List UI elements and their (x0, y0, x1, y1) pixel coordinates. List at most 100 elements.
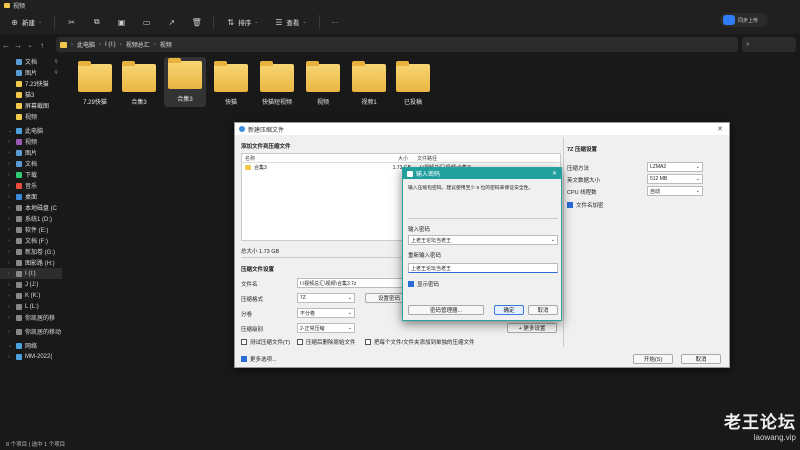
sidebar-item[interactable]: › 视频 (0, 136, 62, 147)
sidebar-item[interactable]: 屏幕截图 (0, 100, 62, 111)
more-options-toggle[interactable]: 更多选项... (241, 355, 277, 363)
password-input[interactable]: 上老王论坛当老王 ⌄ (408, 235, 558, 245)
sidebar-item[interactable]: 图片 ⚲ (0, 67, 62, 78)
checkbox[interactable] (567, 202, 573, 208)
paste-button[interactable]: ▣ (113, 16, 130, 29)
sidebar-item[interactable]: › 文档 (F:) (0, 235, 62, 246)
chevron-right-icon[interactable]: › (8, 139, 13, 145)
separate-archives-option[interactable]: 把每个文件/文件夹添加到单独的压缩文件 (365, 338, 475, 346)
breadcrumb-drive[interactable]: I (I:) (105, 42, 116, 48)
chevron-right-icon[interactable]: › (8, 161, 13, 167)
sidebar-item[interactable]: › 图影路 (H:) (0, 257, 62, 268)
chevron-right-icon[interactable]: › (8, 249, 13, 255)
chevron-right-icon[interactable]: › (8, 304, 13, 310)
show-password-option[interactable]: 显示密码 (408, 280, 439, 288)
sidebar-item[interactable]: 7.23快猫 (0, 78, 62, 89)
checkbox[interactable] (241, 356, 247, 362)
chevron-right-icon[interactable]: › (8, 205, 13, 211)
close-icon[interactable]: ✕ (717, 125, 723, 133)
checkbox[interactable] (241, 339, 247, 345)
more-settings-button[interactable]: + 更多设置 (507, 323, 557, 333)
delete-button[interactable]: 🗑 (188, 16, 205, 29)
sidebar-item[interactable]: › J (J:) (0, 279, 62, 290)
sidebar-item[interactable]: › 文档 (0, 158, 62, 169)
sidebar-item[interactable]: 文档 ⚲ (0, 56, 62, 67)
sidebar-item[interactable]: ⌄ 网络 (0, 340, 62, 351)
chevron-right-icon[interactable]: › (8, 271, 13, 277)
test-archive-option[interactable]: 测试压缩文件(T) (241, 338, 290, 346)
chevron-right-icon[interactable]: › (8, 150, 13, 156)
close-icon[interactable]: ✕ (552, 170, 557, 177)
rename-button[interactable]: ▭ (138, 16, 155, 29)
recent-chevron-icon[interactable]: ⌄ (24, 42, 36, 49)
sidebar-item[interactable]: › 音乐 (0, 180, 62, 191)
sidebar-item[interactable]: › 下载 (0, 169, 62, 180)
breadcrumb-this-pc[interactable]: 此电脑 (77, 40, 95, 49)
sidebar-item[interactable]: › 桌面 (0, 191, 62, 202)
checkbox[interactable] (297, 339, 303, 345)
folder-item[interactable]: 合集3 (164, 57, 206, 107)
sidebar-item[interactable]: › 图片 (0, 147, 62, 158)
password-manager-button[interactable]: 密码管理器... (408, 305, 484, 315)
baidu-sync-button[interactable]: 同步上传 (720, 13, 768, 27)
chevron-down-icon[interactable]: ⌄ (8, 128, 13, 134)
encrypt-filenames-option[interactable]: 文件名加密 (567, 201, 604, 209)
sidebar-item[interactable]: › 你凯居的移动 (0, 326, 62, 337)
cancel-button[interactable]: 取消 (528, 305, 558, 315)
copy-button[interactable]: ⧉ (88, 16, 105, 29)
sidebar-item[interactable]: › 软件 (E:) (0, 224, 62, 235)
dictionary-select[interactable]: 512 MB ⌄ (647, 174, 703, 184)
address-bar[interactable]: › 此电脑 › I (I:) › 视频总汇 › 视频 (56, 37, 738, 52)
forward-arrow-icon[interactable]: → (12, 41, 24, 50)
search-input[interactable]: ⌕ (742, 37, 796, 52)
sort-button[interactable]: ⇅ 排序 ⌄ (222, 15, 262, 29)
ok-button[interactable]: 确定 (494, 305, 524, 315)
chevron-right-icon[interactable]: › (8, 260, 13, 266)
new-button[interactable]: ⊕ 新建 ⌄ (6, 15, 46, 29)
cancel-button[interactable]: 取消 (681, 354, 721, 364)
sidebar-item[interactable]: › 系统1 (D:) (0, 213, 62, 224)
sidebar-item[interactable]: › I (I:) (0, 268, 62, 279)
folder-item[interactable]: 快猫短视频 (256, 60, 298, 106)
reenter-password-input[interactable]: 上老王论坛当老王 (408, 263, 558, 273)
up-arrow-icon[interactable]: ↑ (36, 41, 48, 50)
chevron-right-icon[interactable]: › (8, 183, 13, 189)
chevron-right-icon[interactable]: › (8, 227, 13, 233)
folder-item[interactable]: 快猫 (210, 60, 252, 106)
chevron-right-icon[interactable]: › (8, 216, 13, 222)
chevron-right-icon[interactable]: › (8, 329, 13, 335)
sidebar-item[interactable]: 视频 (0, 111, 62, 122)
cpu-select[interactable]: 自动 ⌄ (647, 186, 703, 196)
folder-item[interactable]: 已投稿 (392, 60, 434, 106)
sidebar-item[interactable]: 猫3 (0, 89, 62, 100)
back-arrow-icon[interactable]: ← (0, 41, 12, 50)
cut-button[interactable]: ✂ (63, 16, 80, 29)
folder-item[interactable]: 视频 (302, 60, 344, 106)
share-button[interactable]: ↗ (163, 16, 180, 29)
chevron-right-icon[interactable]: › (8, 282, 13, 288)
folder-item[interactable]: 合集3 (118, 60, 160, 106)
sidebar-item[interactable]: › 本地磁盘 (C (0, 202, 62, 213)
chevron-down-icon[interactable]: ⌄ (8, 343, 13, 349)
split-select[interactable]: 不分卷 ⌄ (297, 308, 355, 318)
delete-after-option[interactable]: 压缩后删除原始文件 (297, 338, 356, 346)
chevron-right-icon[interactable]: › (8, 293, 13, 299)
chevron-right-icon[interactable]: › (8, 172, 13, 178)
more-button[interactable]: ··· (328, 17, 343, 28)
chevron-right-icon[interactable]: › (8, 194, 13, 200)
chevron-right-icon[interactable]: › (8, 354, 13, 360)
chevron-right-icon[interactable]: › (8, 315, 13, 321)
view-button[interactable]: ☰ 查看 ⌄ (270, 15, 310, 29)
sidebar-item[interactable]: › MM-2022( (0, 351, 62, 362)
format-select[interactable]: 7Z ⌄ (297, 293, 355, 303)
folder-item[interactable]: 7.29快猫 (74, 60, 116, 106)
sidebar-item[interactable]: › L (L:) (0, 301, 62, 312)
method-select[interactable]: LZMA2 ⌄ (647, 162, 703, 172)
sidebar-item[interactable]: ⌄ 此电脑 (0, 125, 62, 136)
checkbox[interactable] (365, 339, 371, 345)
start-button[interactable]: 开始(S) (633, 354, 673, 364)
sidebar-item[interactable]: › K (K:) (0, 290, 62, 301)
breadcrumb-video-collection[interactable]: 视频总汇 (126, 40, 150, 49)
sidebar-item[interactable]: › 新加卷 (G:) (0, 246, 62, 257)
breadcrumb-video[interactable]: 视频 (160, 40, 172, 49)
